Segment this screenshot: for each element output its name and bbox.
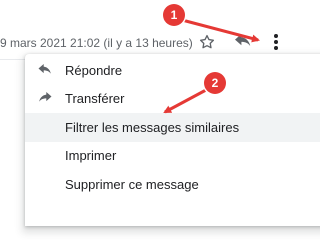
- menu-item-label: Répondre: [65, 62, 123, 78]
- message-header-bar: 9 mars 2021 21:02 (il y a 13 heures): [0, 0, 300, 60]
- star-button[interactable]: [195, 30, 219, 54]
- annotation-callout-2: 2: [204, 72, 226, 94]
- menu-item-label: Supprimer ce message: [65, 176, 199, 192]
- reply-icon: [235, 34, 251, 46]
- menu-item-forward[interactable]: Transférer: [25, 85, 320, 114]
- annotation-callout-1: 1: [163, 4, 185, 26]
- forward-icon: [25, 92, 65, 105]
- menu-item-label: Transférer: [65, 91, 125, 107]
- reply-icon: [25, 63, 65, 77]
- message-timestamp: 9 mars 2021 21:02 (il y a 13 heures): [0, 36, 193, 50]
- reply-button[interactable]: [230, 30, 256, 54]
- star-icon: [199, 34, 215, 49]
- menu-item-delete[interactable]: Supprimer ce message: [25, 170, 320, 199]
- menu-item-filter-similar[interactable]: Filtrer les messages similaires: [25, 113, 320, 142]
- more-options-menu: Répondre Transférer Filtrer les messages…: [25, 54, 320, 226]
- menu-item-print[interactable]: Imprimer: [25, 142, 320, 171]
- menu-item-reply[interactable]: Répondre: [25, 56, 320, 85]
- more-vert-icon: [274, 34, 278, 50]
- more-options-button[interactable]: [262, 28, 290, 56]
- menu-item-label: Imprimer: [65, 148, 117, 164]
- menu-item-label: Filtrer les messages similaires: [65, 119, 240, 135]
